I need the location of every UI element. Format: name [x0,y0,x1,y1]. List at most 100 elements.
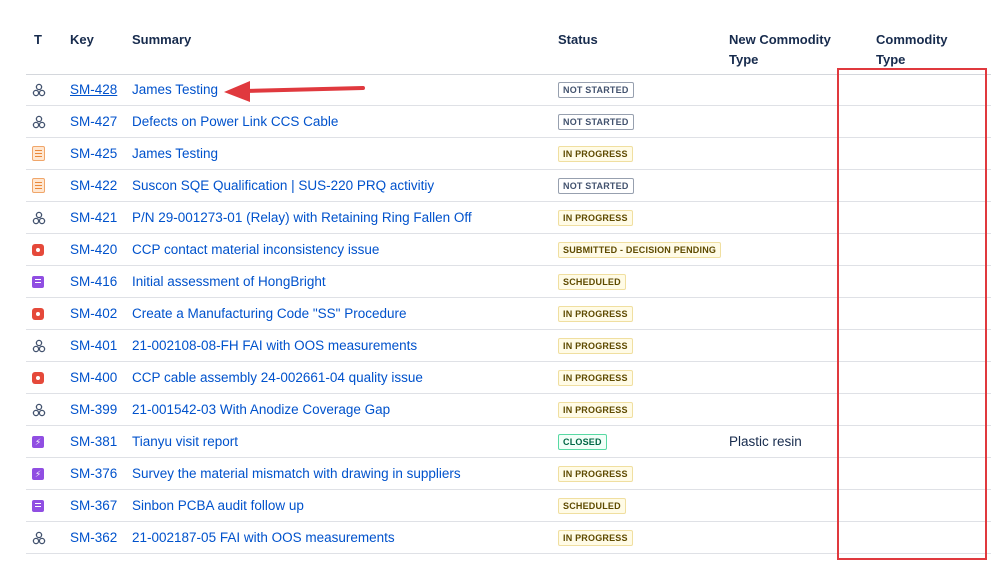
issue-key-link[interactable]: SM-427 [70,106,117,137]
issue-summary-text[interactable]: James Testing [132,146,218,161]
column-header-summary[interactable]: Summary [132,30,191,50]
issue-summary-text[interactable]: 21-002187-05 FAI with OOS measurements [132,530,395,545]
issue-summary-link[interactable]: Initial assessment of HongBright [132,266,326,297]
issue-summary-link[interactable]: James Testing [132,74,218,105]
type-cell[interactable] [32,522,56,553]
issue-key-link[interactable]: SM-416 [70,266,117,297]
type-cell[interactable] [32,362,56,393]
issue-key-text[interactable]: SM-416 [70,274,117,289]
issue-key-link[interactable]: SM-421 [70,202,117,233]
issue-key-link[interactable]: SM-376 [70,458,117,489]
issue-key-link[interactable]: SM-362 [70,522,117,553]
type-cell[interactable] [32,234,56,265]
status-badge: IN PROGRESS [558,529,633,546]
issue-key-text[interactable]: SM-367 [70,498,117,513]
issue-key-text[interactable]: SM-425 [70,146,117,161]
column-header-commodity-type[interactable]: Commodity Type [876,30,948,70]
issue-key-text[interactable]: SM-399 [70,402,117,417]
issue-key-link[interactable]: SM-422 [70,170,117,201]
issue-summary-text[interactable]: P/N 29-001273-01 (Relay) with Retaining … [132,210,472,225]
bug-icon [32,243,44,256]
issue-key-text[interactable]: SM-428 [70,82,117,97]
issue-summary-link[interactable]: 21-002187-05 FAI with OOS measurements [132,522,395,553]
bug-icon [32,307,44,320]
type-cell[interactable] [32,298,56,329]
issue-summary-text[interactable]: James Testing [132,82,218,97]
issue-key-text[interactable]: SM-420 [70,242,117,257]
issue-key-text[interactable]: SM-427 [70,114,117,129]
new-commodity-type-cell: Plastic resin [729,434,802,449]
column-header-status[interactable]: Status [558,30,598,50]
column-header-type[interactable]: T [34,30,42,50]
issue-summary-link[interactable]: Sinbon PCBA audit follow up [132,490,304,521]
issue-key-link[interactable]: SM-401 [70,330,117,361]
type-cell[interactable] [32,266,56,297]
status-badge: IN PROGRESS [558,401,633,418]
column-header-new-commodity-type[interactable]: New Commodity Type [729,30,831,70]
column-header-key[interactable]: Key [70,30,94,50]
issue-summary-text[interactable]: CCP contact material inconsistency issue [132,242,379,257]
type-cell[interactable] [32,106,56,137]
status-cell: IN PROGRESS [558,202,633,233]
type-cell[interactable]: ⚡ [32,426,56,457]
issue-summary-link[interactable]: CCP contact material inconsistency issue [132,234,379,265]
type-cell[interactable] [32,330,56,361]
annotation-highlight-box [837,68,987,560]
status-badge: NOT STARTED [558,113,634,130]
issue-key-text[interactable]: SM-421 [70,210,117,225]
status-badge: CLOSED [558,433,607,450]
status-cell: IN PROGRESS [558,330,633,361]
issue-summary-text[interactable]: Tianyu visit report [132,434,238,449]
issue-key-link[interactable]: SM-400 [70,362,117,393]
issue-key-link[interactable]: SM-381 [70,426,117,457]
issue-summary-text[interactable]: 21-001542-03 With Anodize Coverage Gap [132,402,390,417]
issue-summary-link[interactable]: P/N 29-001273-01 (Relay) with Retaining … [132,202,472,233]
issue-summary-link[interactable]: Tianyu visit report [132,426,238,457]
issue-key-text[interactable]: SM-362 [70,530,117,545]
status-cell: SCHEDULED [558,266,626,297]
status-badge: IN PROGRESS [558,337,633,354]
issue-summary-link[interactable]: Survey the material mismatch with drawin… [132,458,461,489]
status-badge: IN PROGRESS [558,369,633,386]
issue-key-text[interactable]: SM-402 [70,306,117,321]
status-cell: IN PROGRESS [558,458,633,489]
issue-key-link[interactable]: SM-402 [70,298,117,329]
issue-summary-text[interactable]: Sinbon PCBA audit follow up [132,498,304,513]
issue-summary-link[interactable]: Suscon SQE Qualification | SUS-220 PRQ a… [132,170,434,201]
issue-summary-link[interactable]: Defects on Power Link CCS Cable [132,106,338,137]
issue-key-text[interactable]: SM-400 [70,370,117,385]
type-cell[interactable] [32,202,56,233]
issue-summary-text[interactable]: Suscon SQE Qualification | SUS-220 PRQ a… [132,178,434,193]
issue-summary-text[interactable]: Survey the material mismatch with drawin… [132,466,461,481]
type-cell[interactable] [32,74,56,105]
subtask-icon [32,531,46,544]
type-cell[interactable] [32,394,56,425]
issue-summary-text[interactable]: Initial assessment of HongBright [132,274,326,289]
issue-key-link[interactable]: SM-420 [70,234,117,265]
issue-key-text[interactable]: SM-376 [70,466,117,481]
status-cell: CLOSED [558,426,607,457]
issue-summary-text[interactable]: CCP cable assembly 24-002661-04 quality … [132,370,423,385]
issue-summary-link[interactable]: 21-001542-03 With Anodize Coverage Gap [132,394,390,425]
issue-summary-link[interactable]: Create a Manufacturing Code "SS" Procedu… [132,298,406,329]
note-icon [32,499,44,512]
issue-key-link[interactable]: SM-399 [70,394,117,425]
issue-summary-text[interactable]: Create a Manufacturing Code "SS" Procedu… [132,306,406,321]
issue-key-text[interactable]: SM-381 [70,434,117,449]
bolt-icon: ⚡ [32,435,44,448]
type-cell[interactable] [32,490,56,521]
issue-key-text[interactable]: SM-422 [70,178,117,193]
type-cell[interactable] [32,170,56,201]
issue-key-text[interactable]: SM-401 [70,338,117,353]
issue-key-link[interactable]: SM-425 [70,138,117,169]
status-cell: IN PROGRESS [558,394,633,425]
issue-summary-link[interactable]: James Testing [132,138,218,169]
type-cell[interactable]: ⚡ [32,458,56,489]
issue-summary-link[interactable]: 21-002108-08-FH FAI with OOS measurement… [132,330,417,361]
issue-key-link[interactable]: SM-367 [70,490,117,521]
type-cell[interactable] [32,138,56,169]
issue-summary-link[interactable]: CCP cable assembly 24-002661-04 quality … [132,362,423,393]
issue-key-link[interactable]: SM-428 [70,74,117,105]
issue-summary-text[interactable]: 21-002108-08-FH FAI with OOS measurement… [132,338,417,353]
issue-summary-text[interactable]: Defects on Power Link CCS Cable [132,114,338,129]
